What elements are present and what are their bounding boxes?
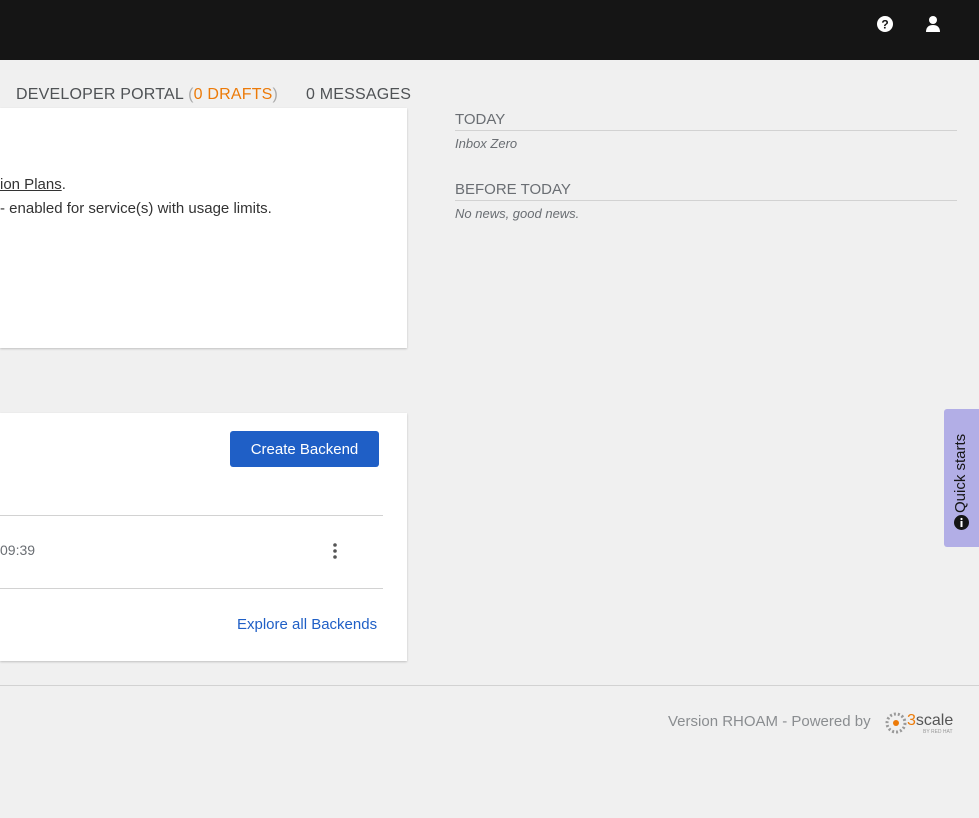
tab-messages[interactable]: 0 MESSAGES [306, 86, 411, 104]
plans-link[interactable]: ion Plans [0, 176, 62, 193]
punct: . [61, 176, 66, 193]
help-icon[interactable]: ? [875, 14, 895, 34]
top-bar: ? [0, 0, 979, 60]
backend-row-updated: 09:39 [0, 542, 36, 558]
tab-developer-portal[interactable]: DEVELOPER PORTAL (0 DRAFTS) [16, 86, 278, 104]
drafts-count: 0 DRAFTS [193, 86, 273, 103]
divider [0, 515, 383, 516]
paren: ) [272, 86, 279, 103]
tab-label: DEVELOPER PORTAL [16, 86, 184, 103]
info-circle-icon [954, 515, 969, 535]
usage-limits-text: - enabled for service(s) with usage limi… [0, 200, 272, 217]
svg-text:?: ? [881, 18, 888, 32]
3scale-logo: 3scale BY RED HAT [885, 712, 957, 736]
news-today-heading: TODAY [455, 111, 957, 131]
explore-backends-link[interactable]: Explore all Backends [237, 616, 377, 633]
footer-version: Version RHOAM - Powered by [668, 713, 871, 730]
news-before-empty: No news, good news. [455, 206, 580, 221]
footer-divider [0, 685, 979, 686]
quick-starts-label: Quick starts [952, 433, 969, 513]
create-backend-button[interactable]: Create Backend [230, 431, 379, 467]
kebab-menu-icon[interactable] [330, 542, 340, 560]
news-before-heading: BEFORE TODAY [455, 181, 957, 201]
news-today-empty: Inbox Zero [455, 136, 518, 151]
overview-card: ion Plans. - enabled for service(s) with… [0, 108, 407, 348]
quick-starts-tab[interactable]: Quick starts [944, 409, 979, 547]
usage-text: enabled for service(s) with usage limits… [9, 200, 272, 217]
divider [0, 588, 383, 589]
user-icon[interactable] [923, 14, 943, 34]
